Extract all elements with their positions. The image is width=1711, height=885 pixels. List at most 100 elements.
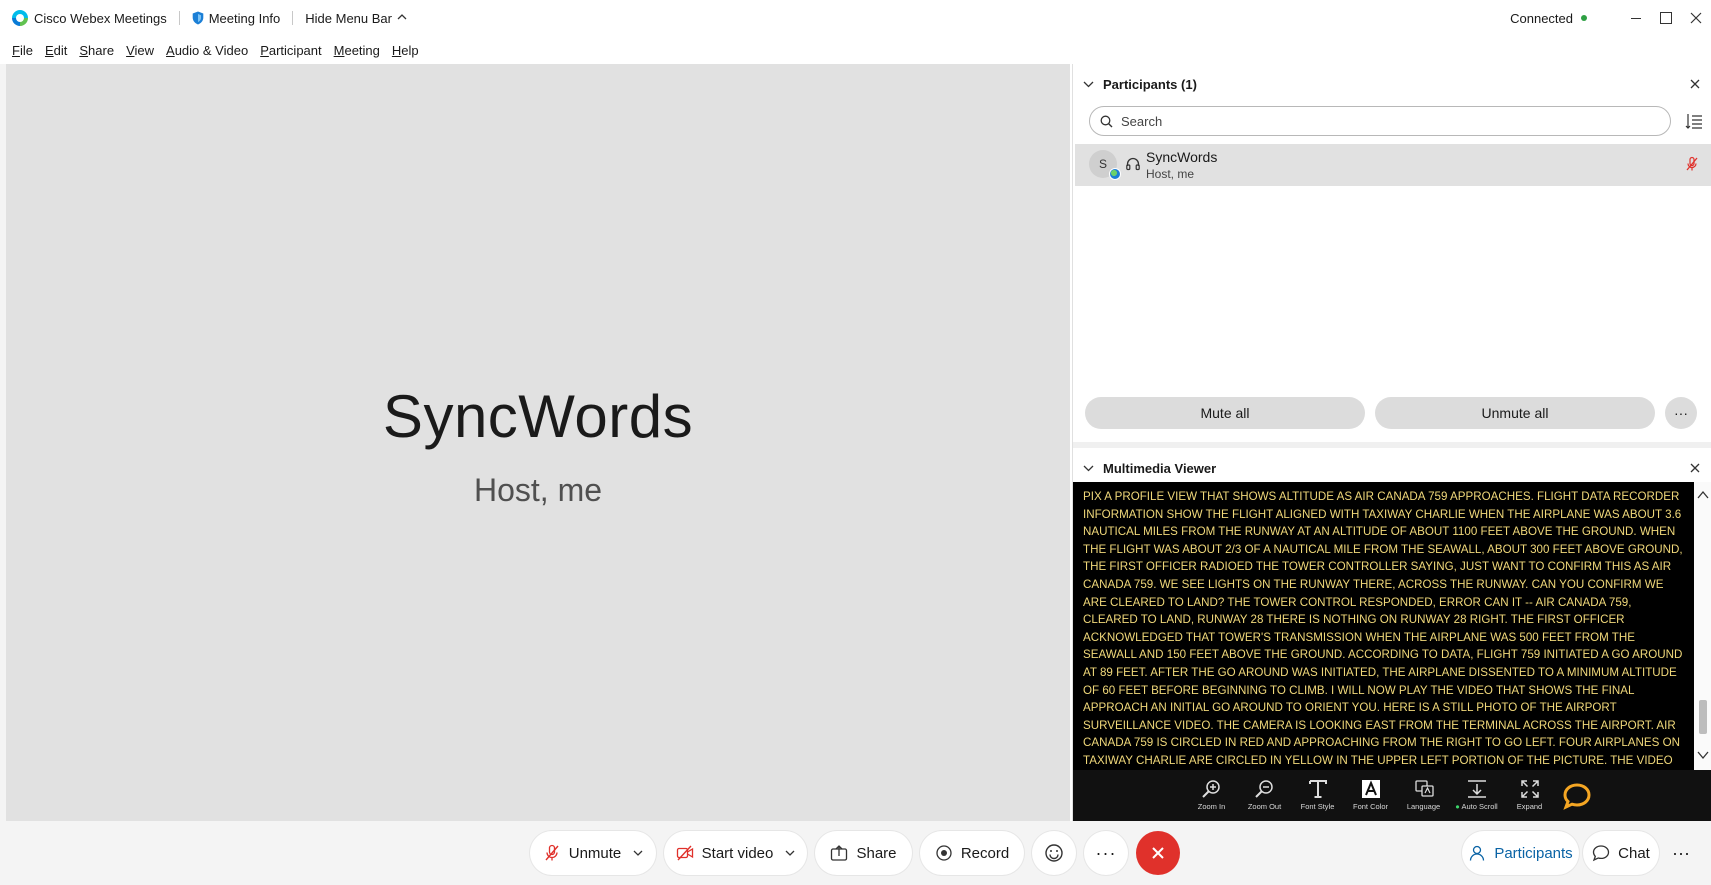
maximize-button[interactable] <box>1651 0 1681 36</box>
chevron-down-icon[interactable] <box>785 848 795 858</box>
close-icon[interactable] <box>1688 77 1702 91</box>
participant-search <box>1089 106 1671 136</box>
zoom-out-button[interactable]: Zoom Out <box>1238 774 1291 818</box>
connection-status: Connected <box>1510 10 1573 26</box>
scroll-down-icon[interactable] <box>1697 750 1709 760</box>
meeting-info-button[interactable]: Meeting Info <box>192 10 281 26</box>
smiley-icon <box>1045 844 1063 862</box>
font-style-icon <box>1308 779 1327 798</box>
caption-text: PIX A PROFILE VIEW THAT SHOWS ALTITUDE A… <box>1083 490 1683 767</box>
speech-bubble-icon[interactable] <box>1560 776 1594 816</box>
chevron-down-icon[interactable] <box>1081 77 1095 91</box>
more-panels-button[interactable]: ··· <box>1663 831 1699 875</box>
meeting-controls-bar: Unmute Start video Share Record ··· Part… <box>0 821 1711 885</box>
headset-icon <box>1126 157 1140 171</box>
menu-mnemonic: A <box>166 42 175 58</box>
title-bar: Cisco Webex Meetings Meeting Info Hide M… <box>0 0 1711 36</box>
participant-name: SyncWords <box>1146 149 1218 165</box>
more-options-button[interactable]: ··· <box>1084 831 1128 875</box>
title-bar-right: Connected <box>1510 0 1711 36</box>
record-icon <box>935 844 953 862</box>
expand-button[interactable]: Expand <box>1503 774 1556 818</box>
right-panel: Participants (1) S SyncWords Host, me Mu… <box>1072 64 1711 821</box>
participants-more-button[interactable]: ··· <box>1665 397 1697 429</box>
scrollbar-thumb[interactable] <box>1699 700 1707 734</box>
menu-participant[interactable]: Participant <box>260 43 321 58</box>
video-stage[interactable]: SyncWords Host, me <box>6 64 1070 821</box>
menu-edit[interactable]: Edit <box>45 43 67 58</box>
participants-label: Participants <box>1494 844 1573 862</box>
chat-bubble-icon <box>1592 844 1610 862</box>
shield-icon <box>192 11 204 25</box>
expand-icon <box>1520 779 1539 798</box>
language-icon <box>1414 779 1434 797</box>
menu-share[interactable]: Share <box>79 43 114 58</box>
font-color-icon <box>1361 779 1380 798</box>
chat-panel-button[interactable]: Chat <box>1583 831 1659 875</box>
participants-panel-button[interactable]: Participants <box>1462 831 1579 875</box>
font-color-button[interactable]: Font Color <box>1344 774 1397 818</box>
zoom-out-label: Zoom Out <box>1247 801 1282 811</box>
auto-scroll-label: ● Auto Scroll <box>1455 801 1498 811</box>
caption-toolbar: Zoom In Zoom Out Font Style Font Color L… <box>1073 770 1711 821</box>
menu-mnemonic: F <box>12 42 20 58</box>
start-video-button[interactable]: Start video <box>664 831 807 875</box>
caption-scrollbar[interactable] <box>1694 482 1711 770</box>
close-icon[interactable] <box>1688 461 1702 475</box>
zoom-in-icon <box>1201 779 1220 798</box>
connection-status-dot <box>1581 15 1587 21</box>
language-button[interactable]: Language <box>1397 774 1450 818</box>
participant-list-item[interactable]: S SyncWords Host, me <box>1075 144 1711 186</box>
meeting-info-label: Meeting Info <box>208 10 281 26</box>
auto-scroll-button[interactable]: ● Auto Scroll <box>1450 774 1503 818</box>
menu-label: hare <box>88 42 115 58</box>
multimedia-viewer-title: Multimedia Viewer <box>1103 460 1217 476</box>
participants-panel-header[interactable]: Participants (1) <box>1073 64 1711 104</box>
unmute-label: Unmute <box>568 844 622 862</box>
auto-scroll-icon <box>1467 779 1486 798</box>
sort-list-icon[interactable] <box>1685 112 1703 130</box>
end-meeting-button[interactable] <box>1136 831 1180 875</box>
share-icon <box>830 844 848 862</box>
mute-all-button[interactable]: Mute all <box>1085 397 1365 429</box>
menu-audio-video[interactable]: Audio & Video <box>166 43 248 58</box>
font-style-button[interactable]: Font Style <box>1291 774 1344 818</box>
zoom-in-label: Zoom In <box>1197 801 1226 811</box>
microphone-muted-icon[interactable] <box>1685 156 1699 172</box>
menu-meeting[interactable]: Meeting <box>334 43 380 58</box>
zoom-out-icon <box>1254 779 1273 798</box>
stage-participant-role: Host, me <box>473 472 603 508</box>
app-title: Cisco Webex Meetings <box>34 10 167 26</box>
menu-help[interactable]: Help <box>392 43 419 58</box>
scroll-up-icon[interactable] <box>1697 490 1709 500</box>
menu-mnemonic: H <box>391 42 402 58</box>
minimize-button[interactable] <box>1621 0 1651 36</box>
title-separator <box>292 11 294 25</box>
menu-label: articipant <box>268 42 322 58</box>
menu-file[interactable]: File <box>12 43 33 58</box>
unmute-button[interactable]: Unmute <box>530 831 656 875</box>
chevron-down-icon[interactable] <box>1081 461 1095 475</box>
share-button[interactable]: Share <box>815 831 912 875</box>
close-window-button[interactable] <box>1681 0 1711 36</box>
hide-menu-bar-label: Hide Menu Bar <box>305 10 392 26</box>
menu-label: udio & Video <box>174 42 249 58</box>
caption-viewer: PIX A PROFILE VIEW THAT SHOWS ALTITUDE A… <box>1073 482 1694 770</box>
chat-label: Chat <box>1618 844 1650 862</box>
hide-menu-bar-button[interactable]: Hide Menu Bar <box>305 11 407 26</box>
close-icon <box>1152 847 1164 859</box>
participant-role: Host, me <box>1146 167 1195 181</box>
chevron-down-icon[interactable] <box>633 848 643 858</box>
menu-label: iew <box>134 42 155 58</box>
video-off-icon <box>676 844 694 862</box>
zoom-in-button[interactable]: Zoom In <box>1185 774 1238 818</box>
font-style-label: Font Style <box>1300 801 1335 811</box>
menu-label: ile <box>19 42 33 58</box>
reactions-button[interactable] <box>1032 831 1076 875</box>
search-input[interactable] <box>1121 113 1661 129</box>
menu-view[interactable]: View <box>126 43 154 58</box>
microphone-muted-icon <box>543 844 561 862</box>
chevron-up-icon <box>397 14 407 20</box>
record-button[interactable]: Record <box>920 831 1024 875</box>
unmute-all-button[interactable]: Unmute all <box>1375 397 1655 429</box>
